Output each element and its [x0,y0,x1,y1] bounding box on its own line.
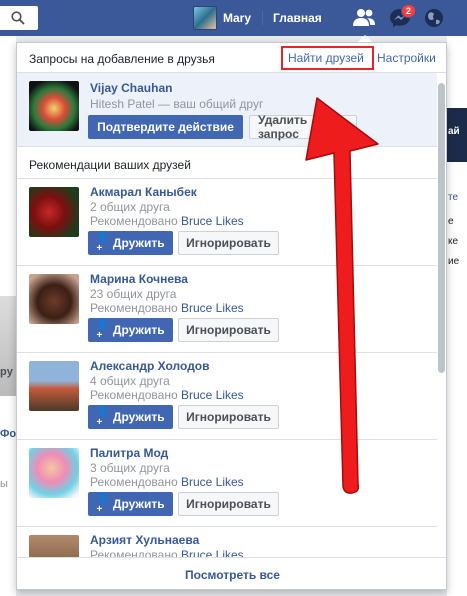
suggestion-photo[interactable] [29,187,79,237]
background-text: Фо [0,428,17,440]
suggestion-row: Марина Кочнева 23 общих друга Рекомендов… [17,266,437,353]
request-photo[interactable] [29,81,79,131]
suggestion-name[interactable]: Александр Холодов [90,359,210,373]
search-icon [11,11,25,25]
add-friend-icon: 👤+ [96,493,109,515]
add-friend-icon: 👤+ [96,319,109,341]
background-text: ай [448,126,460,137]
background-text: ке [448,236,459,247]
suggestions-header: Рекомендации ваших друзей [17,147,437,179]
suggestion-name[interactable]: Акмарал Каныбек [90,185,197,199]
add-friend-label: Дружить [112,410,165,424]
suggestion-photo[interactable] [29,361,79,411]
recommended-text: Рекомендовано Bruce Likes [90,475,244,489]
suggestion-row: Александр Холодов 4 общих друга Рекоменд… [17,353,437,440]
suggestions-title: Рекомендации ваших друзей [29,158,191,172]
background-text: ы [0,478,8,490]
divider [262,11,263,25]
add-friend-button[interactable]: 👤+ Дружить [88,318,173,342]
suggestion-name[interactable]: Арзият Хульнаева [90,533,199,547]
mutual-friends-count[interactable]: 23 общих друга [90,287,176,301]
dropdown-header: Запросы на добавление в друзья Найти дру… [17,43,446,73]
suggestion-name[interactable]: Марина Кочнева [90,272,188,286]
delete-request-button[interactable]: Удалить запрос [249,113,357,141]
dropdown-title: Запросы на добавление в друзья [29,52,215,66]
suggestion-row: Акмарал Каныбек 2 общих друга Рекомендов… [17,179,437,266]
recommended-prefix: Рекомендовано [90,475,181,489]
friends-icon[interactable] [352,7,376,29]
background-text: py [0,366,13,378]
background-left-column [0,36,16,596]
see-all-link[interactable]: Посмотреть все [17,568,446,582]
recommended-prefix: Рекомендовано [90,388,181,402]
messages-badge: 2 [401,4,417,18]
dropdown-footer: Посмотреть все [17,557,446,589]
add-friend-button[interactable]: 👤+ Дружить [88,231,173,255]
ignore-button[interactable]: Игнорировать [178,492,279,516]
background-text: ие [448,256,460,267]
suggestion-photo[interactable] [29,448,79,498]
recommended-by-link[interactable]: Bruce Likes [181,388,244,402]
suggestion-photo[interactable] [29,274,79,324]
background-image [0,296,16,396]
mutual-friend-suffix: — ваш общий друг [154,97,264,111]
settings-link[interactable]: Настройки [377,51,436,65]
add-friend-label: Дружить [112,323,165,337]
mutual-friend-text: Hitesh Patel — ваш общий друг [90,97,263,111]
mutual-friends-count[interactable]: 4 общих друга [90,374,170,388]
recommended-by-link[interactable]: Bruce Likes [181,301,244,315]
search-button[interactable] [0,6,38,30]
request-name[interactable]: Vijay Chauhan [90,81,172,95]
background-text: те [448,192,459,203]
ignore-button[interactable]: Игнорировать [178,405,279,429]
globe-icon[interactable] [422,7,446,29]
dropdown-caret [358,35,372,42]
dropdown-scrollbar[interactable] [438,83,445,373]
recommended-text: Рекомендовано Bruce Likes [90,214,244,228]
suggestion-row: Палитра Мод 3 общих друга Рекомендовано … [17,440,437,527]
recommended-by-link[interactable]: Bruce Likes [181,214,244,228]
ignore-button[interactable]: Игнорировать [178,318,279,342]
user-name: Mary [223,11,252,25]
add-friend-icon: 👤+ [96,232,109,254]
ignore-button[interactable]: Игнорировать [178,231,279,255]
add-friend-label: Дружить [112,236,165,250]
background-text: е [448,216,454,227]
add-friend-button[interactable]: 👤+ Дружить [88,492,173,516]
recommended-prefix: Рекомендовано [90,214,181,228]
friend-requests-dropdown: Запросы на добавление в друзья Найти дру… [16,42,447,590]
suggestion-name[interactable]: Палитра Мод [90,446,168,460]
avatar [193,6,217,30]
recommended-prefix: Рекомендовано [90,301,181,315]
confirm-request-button[interactable]: Подтвердите действие [88,115,243,139]
mutual-friend-name[interactable]: Hitesh Patel [90,97,155,111]
mutual-friends-count[interactable]: 2 общих друга [90,200,170,214]
home-link[interactable]: Главная [273,11,322,25]
add-friend-button[interactable]: 👤+ Дружить [88,405,173,429]
recommended-text: Рекомендовано Bruce Likes [90,388,244,402]
recommended-by-link[interactable]: Bruce Likes [181,475,244,489]
top-navigation-bar: Mary Главная 2 [0,0,467,36]
annotation-highlight-box [281,46,374,70]
add-friend-label: Дружить [112,497,165,511]
recommended-text: Рекомендовано Bruce Likes [90,301,244,315]
mutual-friends-count[interactable]: 3 общих друга [90,461,170,475]
profile-link[interactable]: Mary [193,5,251,31]
add-friend-icon: 👤+ [96,406,109,428]
friend-request-row: Vijay Chauhan Hitesh Patel — ваш общий д… [17,73,437,147]
